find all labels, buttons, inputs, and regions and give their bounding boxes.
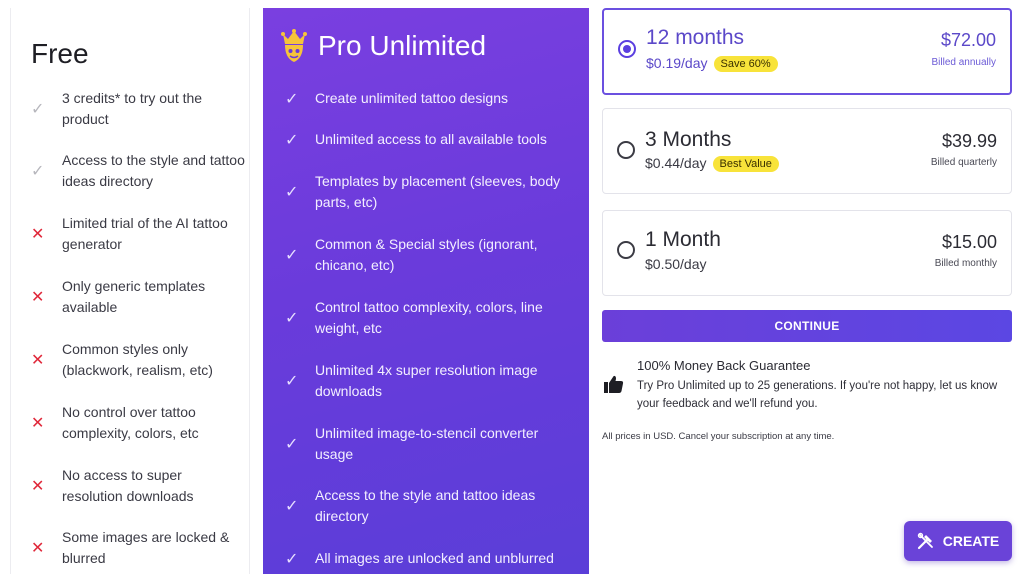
check-icon: ✓ <box>285 550 299 568</box>
pro-feature-text: Access to the style and tattoo ideas dir… <box>315 487 536 524</box>
pro-feature-item: ✓ Access to the style and tattoo ideas d… <box>285 485 575 527</box>
pro-feature-item: ✓ Templates by placement (sleeves, body … <box>285 171 575 213</box>
plan-radio-selected[interactable] <box>618 40 636 58</box>
cross-icon: ✕ <box>31 226 45 243</box>
free-feature-text: Only generic templates available <box>62 278 206 315</box>
check-icon: ✓ <box>285 184 299 201</box>
free-plan-column: Free ✓ 3 credits* to try out the product… <box>10 8 250 574</box>
plan-name: 3 Months <box>645 128 732 151</box>
check-icon: ✓ <box>285 373 299 390</box>
pro-feature-item: ✓ Unlimited image-to-stencil converter u… <box>285 423 575 465</box>
plan-option-3-months[interactable]: 3 Months $0.44/day Best Value $39.99 Bill… <box>602 108 1012 194</box>
continue-button[interactable]: CONTINUE <box>602 310 1012 342</box>
plan-billing-period: Billed annually <box>931 57 997 68</box>
free-feature-item: ✕ No control over tattoo complexity, col… <box>31 402 246 444</box>
plan-name: 12 months <box>646 26 745 49</box>
cross-icon: ✕ <box>31 478 45 495</box>
pro-feature-text: Control tattoo complexity, colors, line … <box>315 299 543 336</box>
free-feature-item: ✕ Limited trial of the AI tattoo generat… <box>31 213 246 255</box>
best-value-badge: Best Value <box>712 156 779 173</box>
pro-feature-item: ✓ Common & Special styles (ignorant, chi… <box>285 234 575 276</box>
check-icon: ✓ <box>285 90 299 108</box>
plan-price: $72.00 <box>940 30 996 50</box>
pro-feature-text: Unlimited image-to-stencil converter usa… <box>315 425 539 462</box>
plan-price: $39.99 <box>941 131 997 151</box>
check-icon: ✓ <box>31 163 45 180</box>
cross-icon: ✕ <box>31 289 45 306</box>
check-icon: ✓ <box>285 247 299 264</box>
cross-icon: ✕ <box>31 540 45 557</box>
plan-radio[interactable] <box>617 241 635 259</box>
free-feature-item: ✕ Some images are locked & blurred <box>31 527 246 569</box>
free-feature-text: Common styles only (blackwork, realism, … <box>62 341 213 378</box>
pro-feature-item: ✓ Create unlimited tattoo designs <box>285 88 575 109</box>
guarantee-title: 100% Money Back Guarantee <box>637 358 811 373</box>
check-icon: ✓ <box>31 101 45 118</box>
plan-radio[interactable] <box>617 141 635 159</box>
free-feature-text: Access to the style and tattoo ideas dir… <box>62 152 245 189</box>
pro-feature-item: ✓ Unlimited access to all available tool… <box>285 129 575 150</box>
cross-icon: ✕ <box>31 352 45 369</box>
plan-billing-period: Billed quarterly <box>930 157 997 168</box>
pro-feature-text: Common & Special styles (ignorant, chica… <box>315 236 538 273</box>
plan-per-day-value: $0.19/day <box>646 55 708 71</box>
pro-feature-text: Create unlimited tattoo designs <box>315 90 508 106</box>
free-feature-item: ✕ No access to super resolution download… <box>31 465 246 507</box>
plan-per-day: $0.50/day <box>645 256 707 272</box>
pro-feature-item: ✓ Control tattoo complexity, colors, lin… <box>285 297 575 339</box>
check-icon: ✓ <box>285 498 299 515</box>
free-feature-item: ✓ Access to the style and tattoo ideas d… <box>31 150 246 192</box>
pro-feature-text: Templates by placement (sleeves, body pa… <box>315 173 561 210</box>
free-feature-item: ✕ Common styles only (blackwork, realism… <box>31 339 246 381</box>
plan-per-day: $0.44/day Best Value <box>645 155 779 173</box>
plan-per-day-value: $0.50/day <box>645 256 707 272</box>
plan-per-day-value: $0.44/day <box>645 155 707 171</box>
plan-billing-period: Billed monthly <box>934 258 997 269</box>
free-plan-title: Free <box>31 38 89 69</box>
pro-feature-text: Unlimited access to all available tools <box>315 131 547 147</box>
free-feature-text: 3 credits* to try out the product <box>62 90 203 127</box>
check-icon: ✓ <box>285 436 299 453</box>
free-feature-text: Some images are locked & blurred <box>62 529 230 566</box>
free-feature-item: ✕ Only generic templates available <box>31 276 246 318</box>
plan-name: 1 Month <box>645 228 721 251</box>
pro-feature-item: ✓ All images are unlocked and unblurred <box>285 548 575 569</box>
plan-option-1-month[interactable]: 1 Month $0.50/day $15.00 Billed monthly <box>602 210 1012 296</box>
plan-per-day: $0.19/day Save 60% <box>646 55 778 73</box>
thumbs-up-icon <box>604 375 624 393</box>
crown-mascot-icon <box>281 29 307 62</box>
free-feature-text: No control over tattoo complexity, color… <box>62 404 199 441</box>
free-feature-item: ✓ 3 credits* to try out the product <box>31 88 246 130</box>
pro-plan-title: Pro Unlimited <box>318 30 487 61</box>
save-badge: Save 60% <box>713 56 778 73</box>
free-feature-text: No access to super resolution downloads <box>62 467 194 504</box>
guarantee-text: Try Pro Unlimited up to 25 generations. … <box>637 380 998 410</box>
create-button[interactable]: CREATE <box>904 521 1012 561</box>
plan-price: $15.00 <box>941 232 997 252</box>
pro-feature-text: All images are unlocked and unblurred <box>315 550 554 566</box>
tools-icon <box>917 532 933 550</box>
prices-note: All prices in USD. Cancel your subscript… <box>602 431 835 442</box>
create-button-label: CREATE <box>942 533 1000 549</box>
cross-icon: ✕ <box>31 415 45 432</box>
pro-feature-text: Unlimited 4x super resolution image down… <box>315 362 538 399</box>
pro-feature-item: ✓ Unlimited 4x super resolution image do… <box>285 360 575 402</box>
check-icon: ✓ <box>285 310 299 327</box>
plan-option-12-months[interactable]: 12 months $0.19/day Save 60% $72.00 Bille… <box>602 8 1012 95</box>
free-feature-text: Limited trial of the AI tattoo generator <box>62 215 228 252</box>
pro-plan-column: Pro Unlimited ✓ Create unlimited tattoo … <box>263 8 589 574</box>
check-icon: ✓ <box>285 131 299 149</box>
